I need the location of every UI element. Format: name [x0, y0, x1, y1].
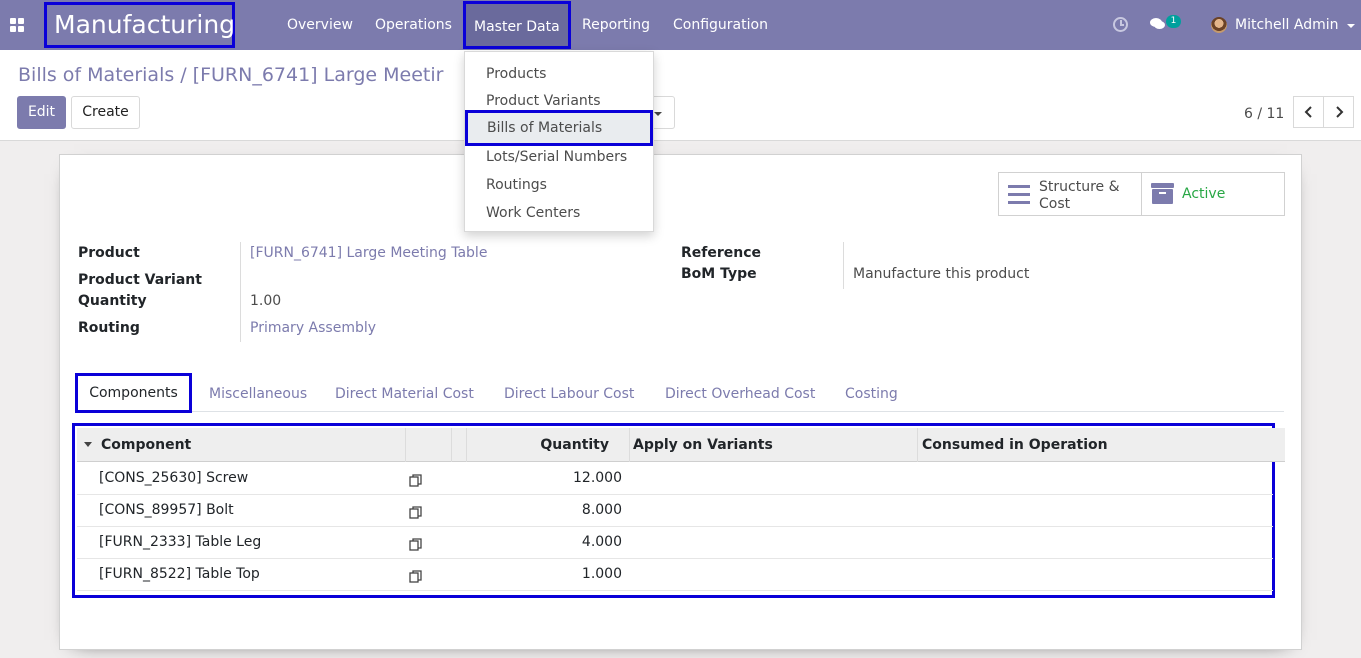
quantity-cell[interactable]: 4.000	[502, 527, 622, 558]
column-header-component[interactable]: Component	[101, 428, 191, 462]
column-separator	[629, 428, 630, 462]
copy-icon[interactable]	[409, 506, 422, 519]
field-divider	[240, 242, 241, 342]
tab-direct-overhead-cost[interactable]: Direct Overhead Cost	[665, 376, 815, 412]
app-brand[interactable]: Manufacturing	[44, 2, 235, 48]
component-cell[interactable]: [FURN_8522] Table Top	[99, 559, 260, 590]
user-menu[interactable]: Mitchell Admin	[1235, 0, 1339, 51]
table-row[interactable]: [FURN_2333] Table Leg 4.000	[77, 527, 1273, 559]
quantity-label: Quantity	[78, 293, 147, 309]
menu-item-bills-of-materials[interactable]: Bills of Materials	[465, 110, 653, 146]
copy-icon[interactable]	[409, 474, 422, 487]
breadcrumb: Bills of Materials / [FURN_6741] Large Mee…	[18, 64, 443, 86]
tab-miscellaneous[interactable]: Miscellaneous	[209, 376, 307, 412]
tab-direct-labour-cost[interactable]: Direct Labour Cost	[504, 376, 634, 412]
component-cell[interactable]: [CONS_89957] Bolt	[99, 495, 234, 526]
bom-type-label: BoM Type	[681, 266, 757, 282]
bom-type-field[interactable]: Manufacture this product	[853, 266, 1029, 282]
column-header-apply-on-variants[interactable]: Apply on Variants	[633, 428, 773, 462]
form-sheet: Structure & Cost Active Product [FURN_67…	[59, 154, 1302, 650]
menu-item-work-centers[interactable]: Work Centers	[486, 200, 580, 226]
quantity-cell[interactable]: 12.000	[502, 463, 622, 494]
menu-master-data[interactable]: Master Data	[463, 1, 571, 49]
reference-label: Reference	[681, 245, 762, 261]
structure-cost-label: Structure & Cost	[1039, 179, 1120, 212]
column-separator	[917, 428, 918, 462]
sort-caret-icon[interactable]	[84, 442, 92, 447]
breadcrumb-parent[interactable]: Bills of Materials	[18, 64, 174, 86]
avatar[interactable]	[1211, 17, 1227, 33]
breadcrumb-current: [FURN_6741] Large Meetir	[192, 64, 444, 86]
column-separator	[405, 428, 406, 462]
menu-reporting[interactable]: Reporting	[582, 0, 650, 50]
table-row[interactable]: [CONS_25630] Screw 12.000	[77, 463, 1273, 495]
column-separator	[451, 428, 452, 462]
tab-direct-material-cost[interactable]: Direct Material Cost	[335, 376, 474, 412]
table-row[interactable]: [FURN_8522] Table Top 1.000	[77, 559, 1273, 591]
bars-icon	[1008, 185, 1030, 204]
edit-button[interactable]: Edit	[17, 96, 66, 129]
top-navbar: Manufacturing Overview Operations Master…	[0, 0, 1361, 50]
create-button[interactable]: Create	[71, 96, 140, 129]
product-field[interactable]: [FURN_6741] Large Meeting Table	[250, 245, 487, 261]
active-label: Active	[1182, 186, 1226, 202]
pager-previous-button[interactable]	[1293, 96, 1324, 128]
quantity-cell[interactable]: 8.000	[502, 495, 622, 526]
column-header-quantity[interactable]: Quantity	[466, 428, 609, 462]
menu-overview[interactable]: Overview	[287, 0, 353, 50]
quantity-cell[interactable]: 1.000	[502, 559, 622, 590]
chat-badge: 1	[1166, 15, 1181, 28]
tab-costing[interactable]: Costing	[845, 376, 898, 412]
structure-cost-button[interactable]: Structure & Cost	[998, 172, 1142, 216]
archive-icon	[1151, 183, 1174, 205]
apps-icon[interactable]	[10, 18, 24, 32]
table-row[interactable]: [CONS_89957] Bolt 8.000	[77, 495, 1273, 527]
copy-icon[interactable]	[409, 538, 422, 551]
pager-value: 6 / 11	[1244, 106, 1285, 122]
column-header-consumed-in-operation[interactable]: Consumed in Operation	[922, 428, 1108, 462]
copy-icon[interactable]	[409, 570, 422, 583]
chat-icon[interactable]	[1150, 18, 1165, 30]
components-table: Component Quantity Apply on Variants Con…	[72, 423, 1285, 598]
master-data-dropdown: Products Product Variants Bills of Mater…	[464, 51, 654, 232]
component-cell[interactable]: [CONS_25630] Screw	[99, 463, 248, 494]
quantity-field[interactable]: 1.00	[250, 293, 281, 309]
menu-configuration[interactable]: Configuration	[673, 0, 768, 50]
menu-item-lots-serial-numbers[interactable]: Lots/Serial Numbers	[486, 144, 627, 170]
pager-next-button[interactable]	[1323, 96, 1354, 128]
menu-item-products[interactable]: Products	[486, 61, 546, 87]
tab-components[interactable]: Components	[75, 373, 192, 413]
chevron-right-icon	[1336, 106, 1344, 118]
table-header: Component Quantity Apply on Variants Con…	[77, 428, 1285, 462]
menu-operations[interactable]: Operations	[375, 0, 452, 50]
product-variant-label: Product Variant	[78, 272, 202, 288]
breadcrumb-separator: /	[180, 64, 187, 86]
active-toggle-button[interactable]: Active	[1141, 172, 1285, 216]
control-panel: Bills of Materials / [FURN_6741] Large Mee…	[0, 50, 1361, 141]
menu-item-routings[interactable]: Routings	[486, 172, 547, 198]
chevron-down-icon	[1347, 24, 1355, 28]
product-label: Product	[78, 245, 140, 261]
chevron-left-icon	[1304, 106, 1312, 118]
routing-field[interactable]: Primary Assembly	[250, 320, 376, 336]
routing-label: Routing	[78, 320, 140, 336]
field-divider	[843, 242, 844, 289]
component-cell[interactable]: [FURN_2333] Table Leg	[99, 527, 261, 558]
clock-icon[interactable]	[1113, 17, 1128, 32]
